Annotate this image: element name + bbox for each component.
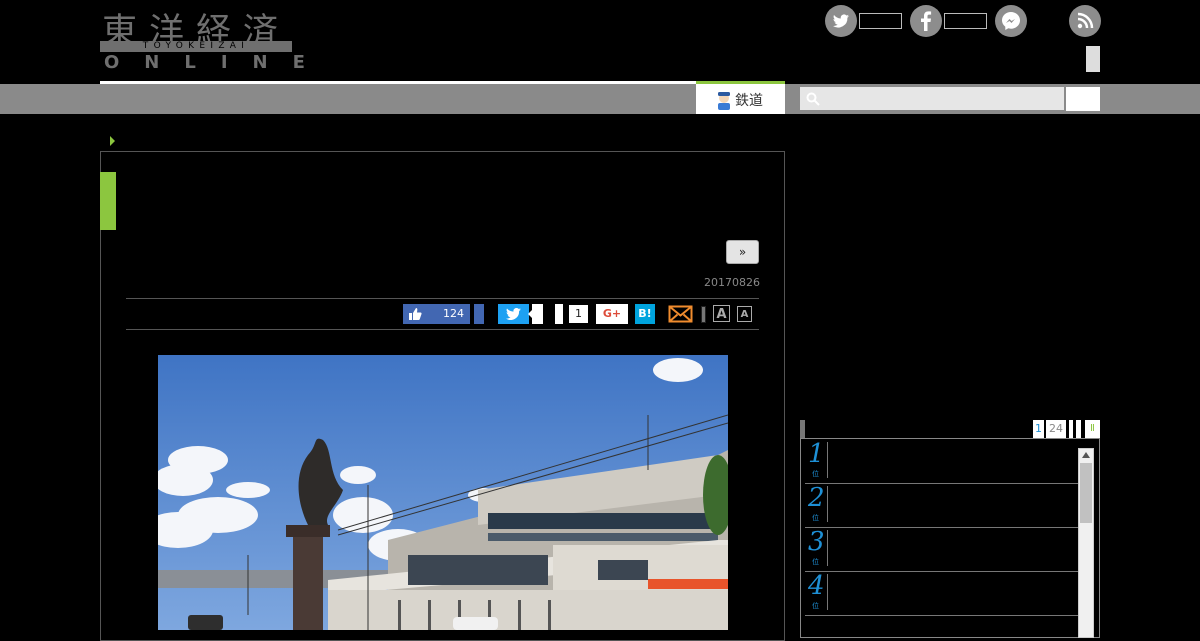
share-bar-top-rule (126, 298, 759, 299)
site-logo-online: ONLINE (104, 52, 330, 73)
ranking-scrollbar[interactable] (1078, 448, 1094, 638)
search-input[interactable] (800, 87, 1064, 110)
ranking-tab-3[interactable] (1069, 420, 1073, 438)
scroll-thumb[interactable] (1080, 463, 1092, 523)
share-bar-bottom-rule (126, 329, 759, 330)
article-main-photo (158, 355, 728, 630)
ranking-divider (827, 574, 828, 610)
ranking-tab-1[interactable]: 1 (1033, 420, 1044, 438)
ranking-number: 4 (808, 571, 825, 601)
ranking-item-1[interactable]: 1 位 (805, 439, 1078, 484)
article-date: 20170826 (704, 276, 760, 289)
header-menu-button[interactable] (1086, 46, 1100, 72)
next-page-button[interactable]: » (726, 240, 759, 264)
twitter-follow-count (859, 13, 902, 29)
tweet-button[interactable] (498, 304, 529, 324)
ranking-suffix: 位 (812, 602, 819, 610)
search-button[interactable] (1066, 87, 1100, 111)
ranking-divider (827, 486, 828, 522)
tweet-count (528, 304, 543, 324)
rss-icon[interactable] (1069, 5, 1101, 37)
site-logo-romaji: TOYOKEIZAI (100, 41, 292, 52)
facebook-share-button[interactable] (474, 304, 484, 324)
scroll-up-arrow-icon[interactable] (1082, 452, 1090, 458)
messenger-icon[interactable] (995, 5, 1027, 37)
ranking-suffix: 位 (812, 514, 819, 522)
font-size-large-button[interactable]: A (713, 305, 730, 322)
ranking-item-3[interactable]: 3 位 (805, 527, 1078, 572)
ranking-number: 1 (808, 439, 825, 469)
facebook-like-button[interactable]: 124 (403, 304, 470, 324)
ranking-number: 3 (808, 527, 825, 557)
mail-icon[interactable] (668, 304, 693, 324)
ranking-divider (827, 442, 828, 478)
facebook-like-icon[interactable] (910, 5, 942, 37)
tab-railway[interactable]: 鉄道 (696, 81, 785, 114)
linkedin-count: 1 (569, 305, 588, 323)
ranking-suffix: 位 (812, 470, 819, 478)
train-conductor-icon (718, 92, 730, 110)
facebook-like-count-label: 124 (443, 307, 464, 320)
ranking-item-2[interactable]: 2 位 (805, 483, 1078, 528)
article-title-accent (100, 172, 116, 230)
ranking-header-marker (800, 420, 805, 438)
ranking-suffix: 位 (812, 558, 819, 566)
twitter-bird-icon (506, 308, 521, 320)
tab-railway-label: 鉄道 (735, 93, 763, 109)
ranking-divider (827, 530, 828, 566)
thumbs-up-icon (409, 308, 422, 320)
ranking-tab-5[interactable]: Ⅱ (1085, 420, 1100, 438)
share-divider (701, 306, 706, 323)
ranking-item-4[interactable]: 4 位 (805, 571, 1078, 616)
ranking-number: 2 (808, 483, 825, 513)
font-size-small-button[interactable]: A (737, 306, 752, 322)
search-icon (806, 92, 820, 106)
breadcrumb-arrow-icon (110, 136, 115, 146)
facebook-like-count (944, 13, 987, 29)
hatena-bookmark-button[interactable]: B! (635, 304, 655, 324)
linkedin-button[interactable] (555, 304, 563, 324)
ranking-tab-4[interactable] (1076, 420, 1081, 438)
google-plus-button[interactable]: G+ (596, 304, 628, 324)
ranking-tab-24[interactable]: 24 (1046, 420, 1066, 438)
twitter-follow-icon[interactable] (825, 5, 857, 37)
